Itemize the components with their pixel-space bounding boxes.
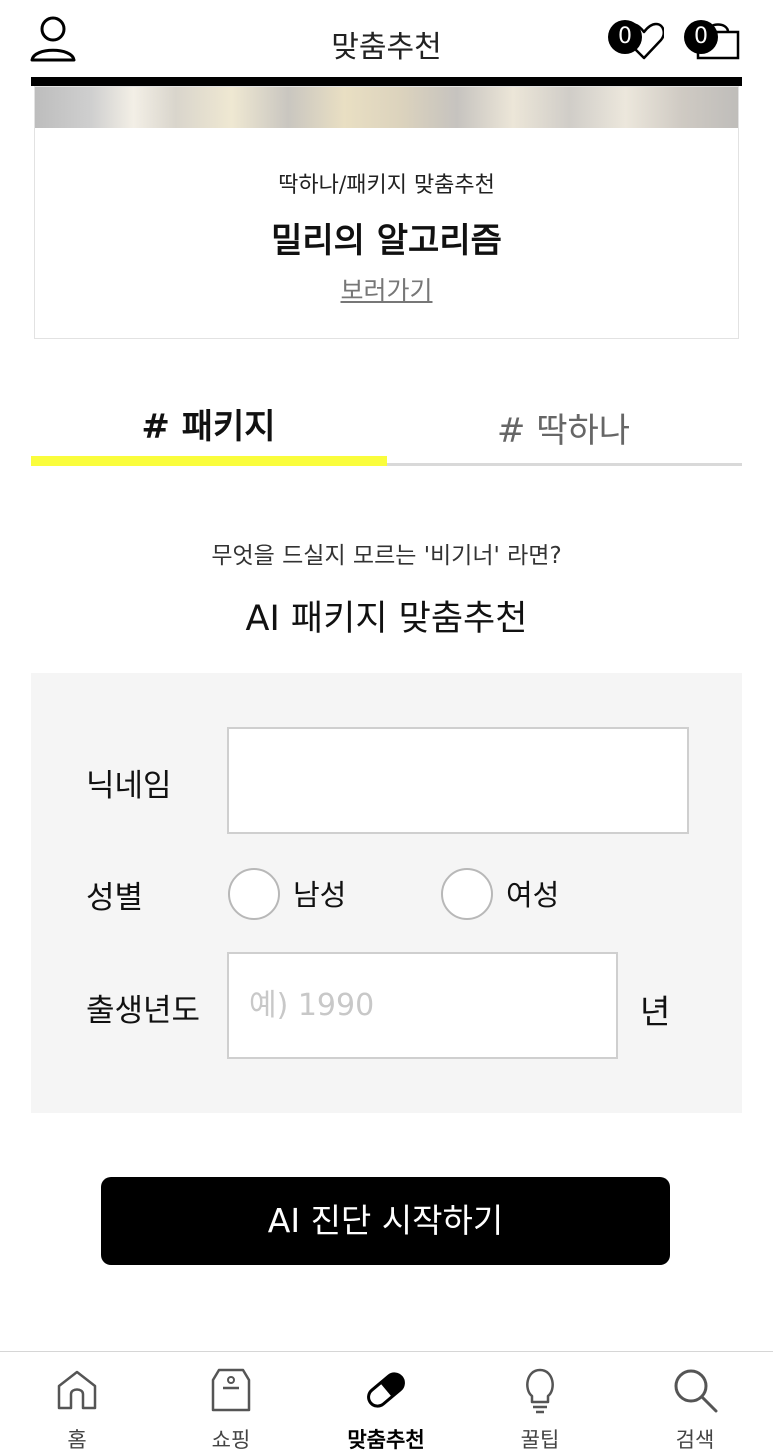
- gender-male-label[interactable]: 남성: [293, 872, 346, 914]
- lightbulb-icon: [526, 1368, 554, 1414]
- gender-male-radio[interactable]: [228, 868, 280, 920]
- wishlist-button[interactable]: 0: [604, 14, 665, 64]
- gender-female-radio[interactable]: [441, 868, 493, 920]
- gender-label: 성별: [86, 880, 144, 916]
- intro-question: 무엇을 드실지 모르는 '비기너' 라면?: [211, 543, 562, 569]
- shop-box-icon: [211, 1368, 251, 1412]
- nav-shop-label: 쇼핑: [211, 1428, 251, 1452]
- start-ai-diagnosis-button[interactable]: AI 진단 시작하기: [101, 1177, 670, 1265]
- nickname-input[interactable]: [227, 727, 689, 834]
- bottom-nav: 홈 쇼핑 맞춤추천 꿀팁 검색: [0, 1351, 773, 1456]
- algorithm-banner[interactable]: 딱하나/패키지 맞춤추천 밀리의 알고리즘 보러가기: [34, 86, 739, 339]
- tab-active-indicator: [31, 456, 387, 466]
- header-divider: [31, 77, 742, 86]
- nav-search[interactable]: 검색: [618, 1352, 772, 1456]
- birth-year-suffix: 년: [640, 992, 671, 1031]
- nav-tips-label: 꿀팁: [520, 1428, 560, 1452]
- intro-heading: AI 패키지 맞춤추천: [245, 599, 528, 639]
- nav-home[interactable]: 홈: [0, 1352, 154, 1456]
- recommend-tabs: # 패키지 # 딱하나: [31, 385, 742, 467]
- cart-button[interactable]: 0: [680, 14, 740, 64]
- nav-shop[interactable]: 쇼핑: [154, 1352, 308, 1456]
- banner-link-wrap: 보러가기: [35, 271, 738, 307]
- nav-home-label: 홈: [67, 1428, 87, 1452]
- tab-package[interactable]: # 패키지: [31, 385, 386, 467]
- wishlist-count-badge: 0: [608, 20, 642, 54]
- birth-year-label: 출생년도: [86, 993, 201, 1029]
- pill-icon: [367, 1372, 405, 1408]
- search-icon: [674, 1369, 718, 1413]
- nav-tips[interactable]: 꿀팁: [463, 1352, 617, 1456]
- gender-female-label[interactable]: 여성: [506, 872, 559, 914]
- home-icon: [57, 1370, 97, 1410]
- nav-recommend[interactable]: 맞춤추천: [309, 1352, 463, 1456]
- nav-search-label: 검색: [675, 1428, 715, 1452]
- view-more-link[interactable]: 보러가기: [340, 276, 432, 305]
- banner-title: 밀리의 알고리즘: [271, 221, 502, 261]
- banner-subtitle: 딱하나/패키지 맞춤추천: [278, 173, 495, 198]
- nav-recommend-label: 맞춤추천: [347, 1427, 425, 1452]
- top-header: 맞춤추천 0 0: [0, 0, 773, 80]
- cart-count-badge: 0: [684, 20, 718, 54]
- tab-package-label: # 패키지: [141, 407, 276, 447]
- birth-year-input[interactable]: [227, 952, 618, 1059]
- tab-single[interactable]: # 딱하나: [386, 385, 741, 467]
- banner-photo: [35, 87, 738, 128]
- tab-single-label: # 딱하나: [496, 411, 631, 451]
- nickname-label: 닉네임: [86, 768, 172, 804]
